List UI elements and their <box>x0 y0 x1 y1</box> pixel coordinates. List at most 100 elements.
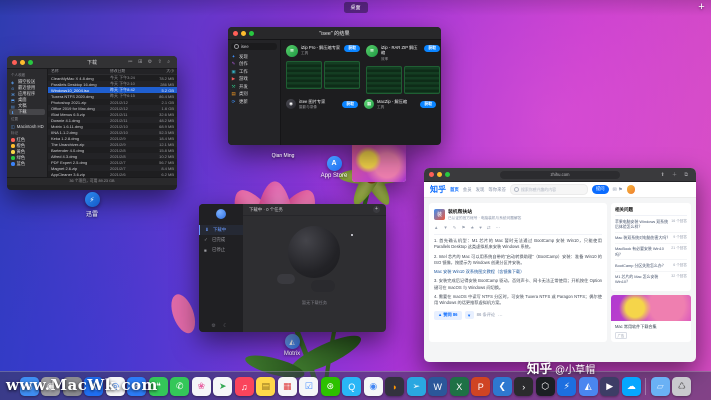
dock-icon-music[interactable]: ♫ <box>235 377 254 396</box>
file-row[interactable]: Photoshop 2021.zip2021/2/122.1 GB <box>48 99 177 105</box>
file-row[interactable]: iStat Menus 6.5.zip2021/2/1132.6 MB <box>48 111 177 117</box>
sidebar-item-work[interactable]: ▣工作 <box>231 68 277 76</box>
finder-toolbar-icons[interactable]: ≔ ⊞ ⚙ ⇪ ⌕ <box>128 59 172 65</box>
app-store-search-field[interactable]: isee <box>231 43 277 50</box>
column-header[interactable]: 修改日期 <box>110 69 152 74</box>
dock-icon-calendar[interactable]: ▦ <box>278 377 297 396</box>
dock-icon-baidu-netdisk[interactable]: ☁ <box>622 377 641 396</box>
finder-titlebar[interactable]: 下载 ≔ ⊞ ⚙ ⇪ ⌕ <box>7 56 177 69</box>
motrix-nav-已完成[interactable]: ✓已完成 <box>199 235 243 245</box>
motrix-sidebar[interactable]: ⬇下载中✓已完成■已停止 ⚙ ☾ <box>199 204 243 332</box>
safari-toolbar-icons[interactable]: ⬆ ＋ ⧉ <box>660 171 691 178</box>
author-name[interactable]: 装机帮扶站 <box>448 208 521 215</box>
dock-icon-iina[interactable]: ▶ <box>600 377 619 396</box>
dock-icon-firefox[interactable]: ◗ <box>385 377 404 396</box>
sidebar-tag[interactable]: 蓝色 <box>7 161 47 167</box>
ask-question-button[interactable]: 提问 <box>592 185 609 194</box>
motrix-nav-下载中[interactable]: ⬇下载中 <box>199 225 243 235</box>
nav-tab-发现[interactable]: 发现 <box>476 187 485 193</box>
app-store-sidebar[interactable]: isee ✦发现✎创作▣工作▶游戏⚒开发▤类别⟳更新 <box>228 40 281 145</box>
sidebar-item-develop[interactable]: ⚒开发 <box>231 83 277 91</box>
traffic-lights[interactable] <box>12 60 33 65</box>
dock-icon-terminal[interactable]: › <box>514 377 533 396</box>
file-row[interactable]: IINA 1.1.2.dmg2021/2/1052.3 MB <box>48 129 177 135</box>
downvote-button[interactable]: ▼ <box>465 311 474 319</box>
mission-control-space-label[interactable]: 桌面 <box>343 2 367 13</box>
motrix-window[interactable]: ⬇下载中✓已完成■已停止 ⚙ ☾ 下载中 · 0 个任务 + 暂无下载任务 <box>199 204 386 332</box>
safari-toolbar[interactable]: zhihu.com ⬆ ＋ ⧉ <box>424 168 696 182</box>
traffic-lights[interactable] <box>429 172 450 177</box>
file-row[interactable]: Bartender 4.0.dmg2021/2/815.8 MB <box>48 147 177 153</box>
action-icon[interactable]: ⋯ <box>496 225 500 231</box>
author-avatar[interactable]: 装 <box>434 209 445 220</box>
sidebar-item-hd[interactable]: ◫Macintosh HD <box>7 123 47 129</box>
dock-icon-excel[interactable]: X <box>450 377 469 396</box>
action-icon[interactable]: ⚑ <box>461 225 465 231</box>
window-label-appstore[interactable]: A App Store <box>304 156 364 179</box>
file-row[interactable]: Downie 4.1.dmg2021/2/1148.2 MB <box>48 117 177 123</box>
author-row[interactable]: 装 装机帮扶站 已认证的官方帐号 · 电脑装机与系统问题解答 <box>434 208 602 221</box>
related-question[interactable]: Mac 装双系统对电脑伤害大吗？9 个回答 <box>615 233 687 244</box>
safari-window[interactable]: zhihu.com ⬆ ＋ ⧉ 知乎 首页会员发现等你来答 搜索你感兴趣的内容 … <box>424 168 696 362</box>
action-icon[interactable]: ♥ <box>479 225 482 231</box>
address-bar[interactable]: zhihu.com <box>500 171 620 179</box>
file-row[interactable]: Magnet 2.6.zip2021/2/78.4 MB <box>48 165 177 171</box>
action-icon[interactable]: ⇄ <box>487 225 491 231</box>
ad-card[interactable]: Mac 常用软件下载合集 广告 <box>611 295 691 342</box>
sidebar-item-categories[interactable]: ▤类别 <box>231 91 277 99</box>
window-label-motrix[interactable]: ◭ Motrix <box>262 334 322 357</box>
app-result[interactable]: ◉iSee 图片专家摄影与录像获取 <box>286 99 358 110</box>
dock-icon-facetime[interactable]: ✆ <box>170 377 189 396</box>
upvote-button[interactable]: ▲ 赞同 86 <box>434 311 462 320</box>
get-button[interactable]: 获取 <box>420 101 436 108</box>
file-row[interactable]: PDF Expert 2.5.dmg2021/2/756.7 MB <box>48 159 177 165</box>
action-icon[interactable]: ✎ <box>453 225 457 231</box>
dock-icon-thunder[interactable]: ⚡ <box>557 377 576 396</box>
dock-icon-vscode[interactable]: ❮ <box>493 377 512 396</box>
dock-icon-maps[interactable]: ➤ <box>213 377 232 396</box>
dock-icon-github[interactable]: ⬡ <box>536 377 555 396</box>
column-header[interactable]: 大小 <box>152 69 174 74</box>
sidebar-item-discover[interactable]: ✦发现 <box>231 53 277 61</box>
finder-sidebar[interactable]: 个人收藏 ◈隔空投送⊙最近使用⌘应用程序⬒桌面▤文稿⬇下载 位置 ◫Macint… <box>7 69 48 177</box>
app-store-titlebar[interactable]: "isee" 的结果 <box>228 27 441 40</box>
user-avatar[interactable] <box>627 185 636 194</box>
inline-link[interactable]: Mac 安装 Win10 双系统图文教程（含镜像下载） <box>434 269 602 275</box>
notification-icons[interactable]: ✉ ⚑ <box>613 187 623 193</box>
column-header[interactable]: 名称 <box>51 69 110 74</box>
file-row[interactable]: Motrix 1.6.11.dmg2021/2/1068.9 MB <box>48 123 177 129</box>
related-question[interactable]: M1 芯片的 Mac 怎么安装 Win10？32 个回答 <box>615 272 687 288</box>
add-task-button[interactable]: + <box>373 206 380 213</box>
app-result[interactable]: ≣iZip Pro - 解压缩专家工具获取 <box>286 45 360 94</box>
sidebar-item-create[interactable]: ✎创作 <box>231 61 277 69</box>
action-icon[interactable]: ★ <box>470 225 474 231</box>
file-row[interactable]: Tuxera NTFS 2020.dmg昨天 下午6:1586.4 MB <box>48 93 177 99</box>
get-button[interactable]: 获取 <box>344 45 360 52</box>
file-row[interactable]: AppCleaner 3.6.zip2021/2/66.2 MB <box>48 171 177 177</box>
app-store-window[interactable]: "isee" 的结果 isee ✦发现✎创作▣工作▶游戏⚒开发▤类别⟳更新 ≣i… <box>228 27 441 145</box>
file-row[interactable]: The Unarchiver.zip2021/2/912.1 MB <box>48 141 177 147</box>
dock-icon-photos[interactable]: ❀ <box>192 377 211 396</box>
dock-icon-word[interactable]: W <box>428 377 447 396</box>
related-question[interactable]: MacBook 有必要安装 Win10 吗？21 个回答 <box>615 244 687 261</box>
comments-link[interactable]: 86 条评论 <box>477 312 495 318</box>
motrix-nav-已停止[interactable]: ■已停止 <box>199 245 243 255</box>
dock-icon-qq[interactable]: Q <box>342 377 361 396</box>
action-icon[interactable]: ▼ <box>443 225 447 231</box>
finder-window[interactable]: 下载 ≔ ⊞ ⚙ ⇪ ⌕ 个人收藏 ◈隔空投送⊙最近使用⌘应用程序⬒桌面▤文稿⬇… <box>7 56 177 190</box>
ad-title[interactable]: Mac 常用软件下载合集 <box>615 324 687 330</box>
window-label-thunder[interactable]: ⚡ 迅雷 <box>62 192 122 218</box>
nav-tab-等你来答[interactable]: 等你来答 <box>488 187 506 193</box>
dock-icon-chrome[interactable]: ◉ <box>364 377 383 396</box>
get-button[interactable]: 获取 <box>424 45 440 52</box>
add-space-button[interactable]: + <box>695 1 708 14</box>
dock-icon-trash[interactable]: ♺ <box>672 377 691 396</box>
related-question[interactable]: 苹果电脑安装 Windows 双系统后体验怎么样？16 个回答 <box>615 216 687 233</box>
answer-action-icons[interactable]: ▲▼✎⚑★♥⇄⋯ <box>434 225 602 235</box>
dock-icon-downloads-folder[interactable]: ▱ <box>651 377 670 396</box>
get-button[interactable]: 获取 <box>342 101 358 108</box>
more-button[interactable]: ⋯ <box>498 313 502 318</box>
dock-icon-wechat[interactable]: ⊛ <box>321 377 340 396</box>
finder-file-list[interactable]: 名称修改日期大小 CleanMyMac X 4.8.dmg今天 下午3:2478… <box>48 69 177 177</box>
dock-icon-reminders[interactable]: ☑ <box>299 377 318 396</box>
